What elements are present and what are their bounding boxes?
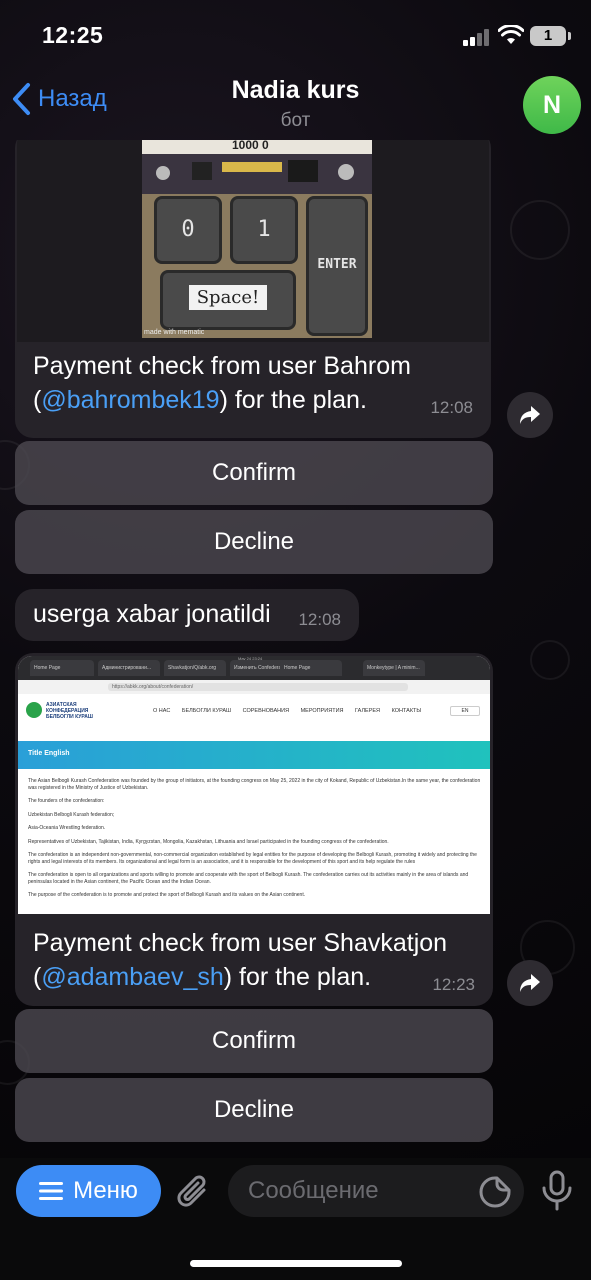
user-mention-link[interactable]: @adambaev_sh xyxy=(41,963,223,991)
meme-key-enter: ENTER xyxy=(306,196,368,336)
forward-button[interactable] xyxy=(507,392,553,438)
sticker-icon[interactable] xyxy=(478,1175,512,1209)
avatar[interactable]: N xyxy=(523,76,581,134)
meme-key-zero: 0 xyxy=(154,196,222,264)
website-body-text: The Asian Belbogli Kurash Confederation … xyxy=(28,778,481,898)
photo-frame[interactable]: 1000 0 0 1 ENTER Space! made with memati… xyxy=(17,140,489,342)
message-caption: Payment check from user Shavkatjon (@ada… xyxy=(33,929,448,991)
wifi-icon xyxy=(498,25,524,44)
message-time: 12:08 xyxy=(298,610,341,629)
telegram-chat-screen: 12:25 1 Назад Nadia kurs бот N 1000 0 0 … xyxy=(0,0,591,1280)
chat-title[interactable]: Nadia kurs xyxy=(0,76,591,105)
message-time: 12:08 xyxy=(430,398,473,417)
browser-tab-strip: May 24 23:24 Home Page Администрировани.… xyxy=(18,656,490,680)
website-screenshot-image[interactable]: May 24 23:24 Home Page Администрировани.… xyxy=(18,656,490,914)
chat-subtitle: бот xyxy=(280,110,311,131)
text-message[interactable]: userga xabar jonatildi 12:08 xyxy=(15,589,359,641)
status-time: 12:25 xyxy=(42,22,104,48)
battery-tip xyxy=(568,32,571,40)
user-mention-link[interactable]: @bahrombek19 xyxy=(41,386,219,414)
message-input-bar: Меню xyxy=(0,1158,591,1280)
website-banner: Title English xyxy=(18,741,490,769)
message-text: userga xabar jonatildi xyxy=(33,600,271,628)
forward-button[interactable] xyxy=(507,960,553,1006)
meme-image: 1000 0 0 1 ENTER Space! made with memati… xyxy=(142,140,372,338)
meme-header-text: 1000 0 xyxy=(232,140,269,152)
meme-key-one: 1 xyxy=(230,196,298,264)
browser-url-bar: https://abkk.org/about/confederation/ xyxy=(18,680,490,694)
microphone-icon[interactable] xyxy=(540,1170,574,1212)
confirm-button[interactable]: Confirm xyxy=(15,441,493,505)
paperclip-icon[interactable] xyxy=(176,1172,212,1212)
bot-menu-button[interactable]: Меню xyxy=(16,1165,161,1217)
hamburger-menu-icon xyxy=(39,1182,64,1200)
status-bar: 12:25 1 xyxy=(0,0,591,70)
home-indicator[interactable] xyxy=(190,1260,402,1267)
menu-label: Меню xyxy=(73,1177,138,1204)
meme-watermark: made with mematic xyxy=(144,329,205,336)
message-time: 12:23 xyxy=(432,975,475,994)
confederation-logo xyxy=(26,702,42,718)
message-list[interactable]: 1000 0 0 1 ENTER Space! made with memati… xyxy=(0,140,591,1158)
confirm-button[interactable]: Confirm xyxy=(15,1009,493,1073)
message-field[interactable] xyxy=(228,1165,524,1217)
battery-icon: 1 xyxy=(530,26,566,46)
chat-header: Назад Nadia kurs бот N xyxy=(0,70,591,140)
decline-button[interactable]: Decline xyxy=(15,1078,493,1142)
decline-button[interactable]: Decline xyxy=(15,510,493,574)
share-arrow-icon xyxy=(520,406,540,424)
website-nav: АЗИАТСКАЯ КОНФЕДЕРАЦИЯ БЕЛБОГЛИ КУРАШ О … xyxy=(18,694,490,728)
photo-message[interactable]: May 24 23:24 Home Page Администрировани.… xyxy=(15,653,493,1006)
message-caption: Payment check from user Bahrom (@bahromb… xyxy=(33,352,411,414)
cellular-signal-icon xyxy=(463,28,491,46)
meme-key-space: Space! xyxy=(160,270,296,330)
photo-message[interactable]: 1000 0 0 1 ENTER Space! made with memati… xyxy=(15,140,491,438)
share-arrow-icon xyxy=(520,974,540,992)
message-input[interactable] xyxy=(248,1165,468,1217)
